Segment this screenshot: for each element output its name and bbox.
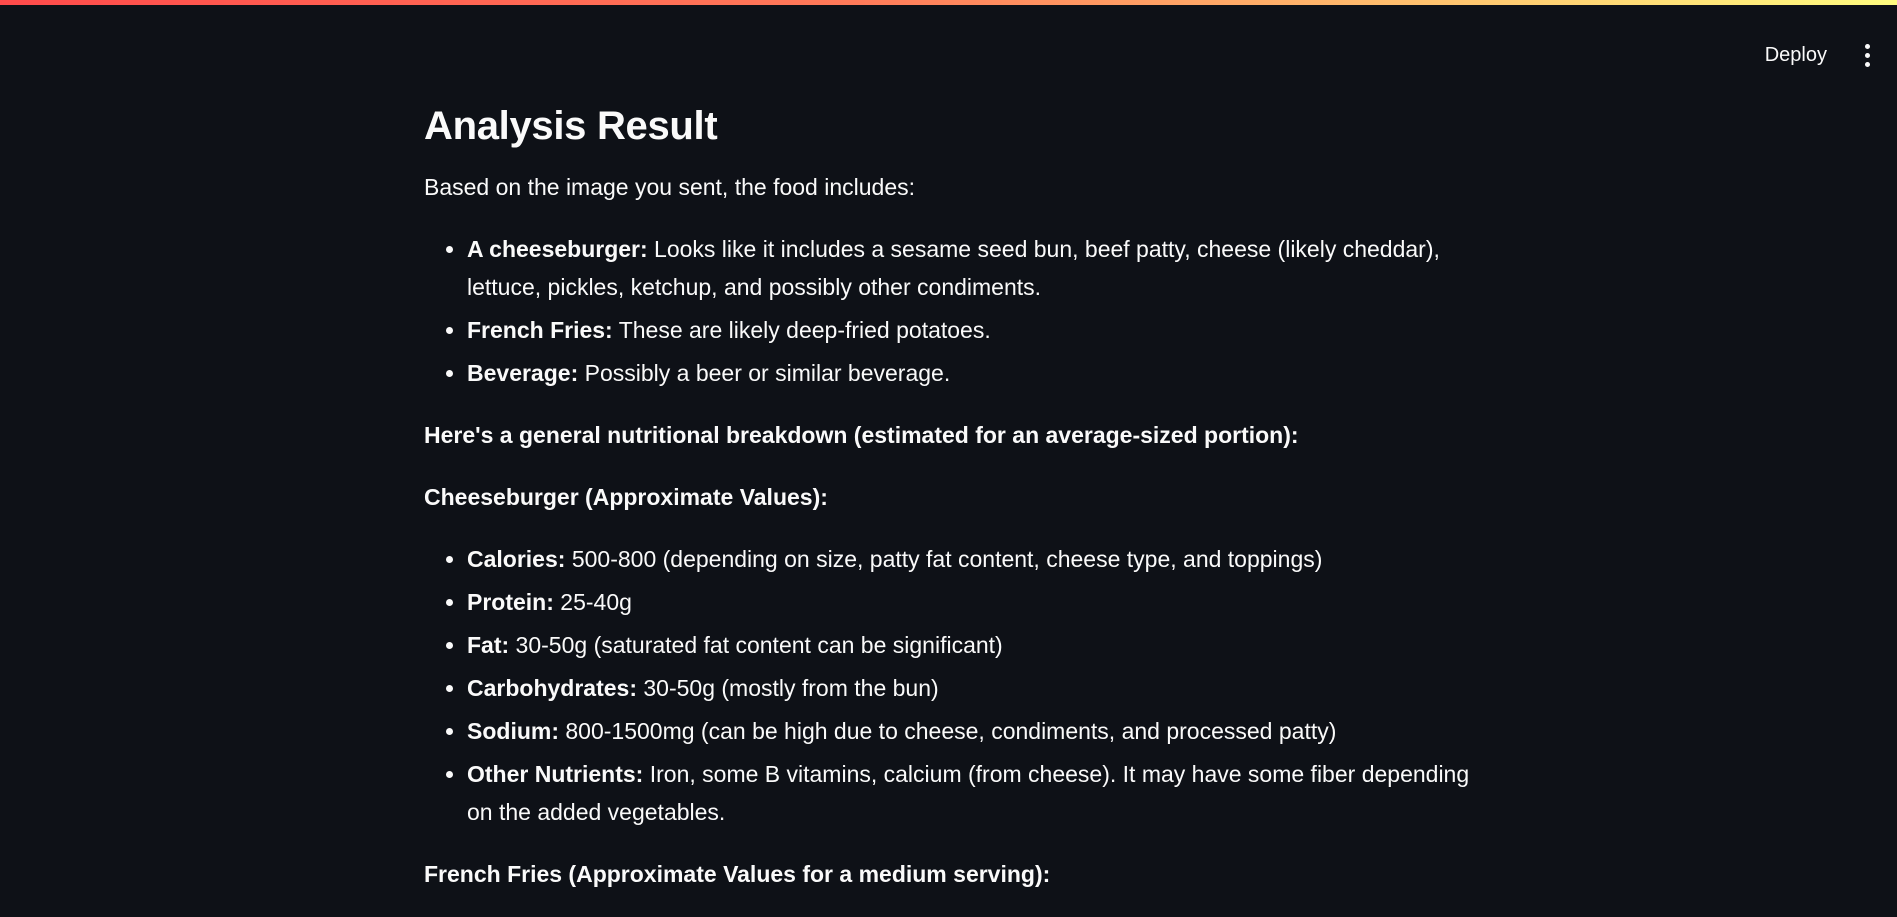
cheeseburger-nutrient-list: Calories: 500-800 (depending on size, pa…: [424, 540, 1484, 831]
list-item: A cheeseburger: Looks like it includes a…: [467, 230, 1484, 306]
list-item-text: 800-1500mg (can be high due to cheese, c…: [559, 718, 1337, 744]
list-item: French Fries: These are likely deep-frie…: [467, 311, 1484, 349]
list-item: Other Nutrients: Iron, some B vitamins, …: [467, 755, 1484, 831]
list-item: Protein: 25-40g: [467, 583, 1484, 621]
page-title: Analysis Result: [424, 104, 718, 148]
list-item-label: Other Nutrients:: [467, 761, 644, 787]
list-item-label: Protein:: [467, 589, 554, 615]
fries-heading: French Fries (Approximate Values for a m…: [424, 861, 1051, 887]
vertical-ellipsis-icon[interactable]: [1857, 42, 1877, 70]
header-decoration-bar: [0, 0, 1897, 5]
intro-text: Based on the image you sent, the food in…: [424, 174, 915, 200]
list-item-label: Fat:: [467, 632, 510, 658]
list-item: Beverage: Possibly a beer or similar bev…: [467, 354, 1484, 392]
list-item: Fat: 30-50g (saturated fat content can b…: [467, 626, 1484, 664]
breakdown-heading: Here's a general nutritional breakdown (…: [424, 422, 1299, 448]
list-item-text: 30-50g (saturated fat content can be sig…: [509, 632, 1003, 658]
food-list: A cheeseburger: Looks like it includes a…: [424, 230, 1484, 392]
list-item-label: French Fries:: [467, 317, 613, 343]
cheeseburger-heading: Cheeseburger (Approximate Values):: [424, 484, 828, 510]
list-item: Sodium: 800-1500mg (can be high due to c…: [467, 712, 1484, 750]
deploy-button[interactable]: Deploy: [1757, 40, 1835, 71]
list-item-label: Beverage:: [467, 360, 579, 386]
list-item: Calories: 500-800 (depending on size, pa…: [467, 540, 1484, 578]
list-item-text: 500-800 (depending on size, patty fat co…: [565, 546, 1323, 572]
list-item-label: Calories:: [467, 546, 566, 572]
main-content: Analysis Result Based on the image you s…: [424, 98, 1484, 917]
list-item-label: Carbohydrates:: [467, 675, 637, 701]
list-item-text: 25-40g: [553, 589, 632, 615]
list-item-text: 30-50g (mostly from the bun): [636, 675, 939, 701]
app-toolbar: Deploy: [1757, 40, 1877, 71]
list-item-text: Possibly a beer or similar beverage.: [578, 360, 951, 386]
list-item: Carbohydrates: 30-50g (mostly from the b…: [467, 669, 1484, 707]
list-item-text: These are likely deep-fried potatoes.: [612, 317, 991, 343]
list-item-label: Sodium:: [467, 718, 559, 744]
list-item-label: A cheeseburger:: [467, 236, 648, 262]
